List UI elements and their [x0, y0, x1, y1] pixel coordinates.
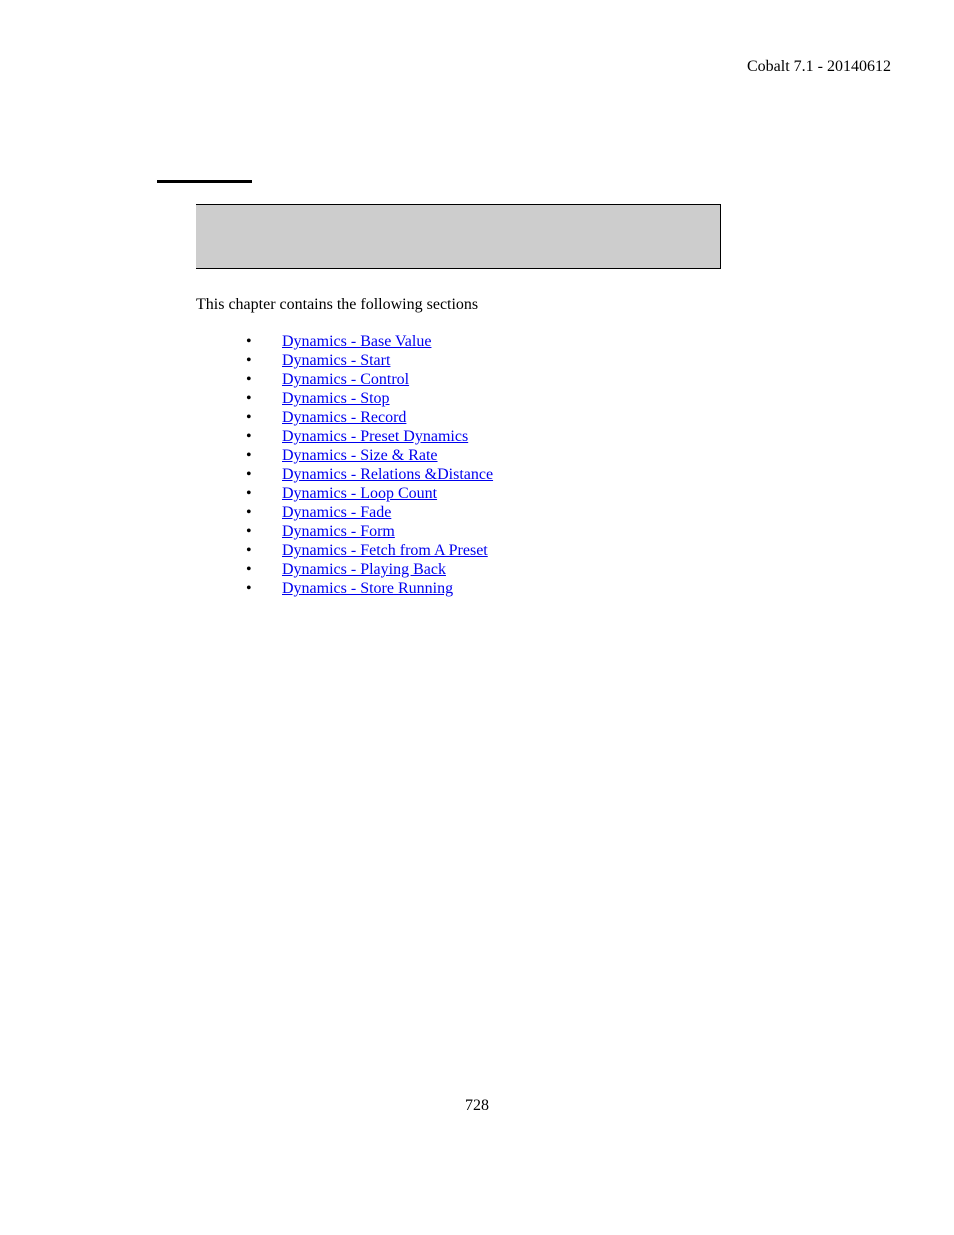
section-link[interactable]: Dynamics - Store Running [282, 580, 453, 597]
section-link[interactable]: Dynamics - Base Value [282, 333, 431, 350]
list-item: Dynamics - Fetch from A Preset [234, 541, 493, 560]
section-link[interactable]: Dynamics - Size & Rate [282, 447, 438, 464]
list-item: Dynamics - Size & Rate [234, 446, 493, 465]
list-item: Dynamics - Fade [234, 503, 493, 522]
list-item: Dynamics - Store Running [234, 579, 493, 598]
image-placeholder-box [196, 204, 721, 269]
section-link-list: Dynamics - Base Value Dynamics - Start D… [234, 332, 493, 598]
section-link[interactable]: Dynamics - Playing Back [282, 561, 446, 578]
list-item: Dynamics - Relations &Distance [234, 465, 493, 484]
list-item: Dynamics - Control [234, 370, 493, 389]
list-item: Dynamics - Start [234, 351, 493, 370]
list-item: Dynamics - Stop [234, 389, 493, 408]
header-text: Cobalt 7.1 - 20140612 [747, 58, 891, 76]
section-link[interactable]: Dynamics - Loop Count [282, 485, 437, 502]
section-link[interactable]: Dynamics - Relations &Distance [282, 466, 493, 483]
section-link[interactable]: Dynamics - Control [282, 371, 409, 388]
section-link[interactable]: Dynamics - Preset Dynamics [282, 428, 468, 445]
section-link[interactable]: Dynamics - Start [282, 352, 390, 369]
chapter-intro-text: This chapter contains the following sect… [196, 296, 478, 314]
section-link[interactable]: Dynamics - Fetch from A Preset [282, 542, 488, 559]
list-item: Dynamics - Record [234, 408, 493, 427]
list-item: Dynamics - Form [234, 522, 493, 541]
list-item: Dynamics - Playing Back [234, 560, 493, 579]
list-item: Dynamics - Base Value [234, 332, 493, 351]
horizontal-rule [157, 180, 252, 183]
section-link[interactable]: Dynamics - Form [282, 523, 395, 540]
page-number: 728 [0, 1097, 954, 1115]
section-link[interactable]: Dynamics - Record [282, 409, 406, 426]
section-link[interactable]: Dynamics - Fade [282, 504, 391, 521]
list-item: Dynamics - Loop Count [234, 484, 493, 503]
section-link[interactable]: Dynamics - Stop [282, 390, 390, 407]
list-item: Dynamics - Preset Dynamics [234, 427, 493, 446]
